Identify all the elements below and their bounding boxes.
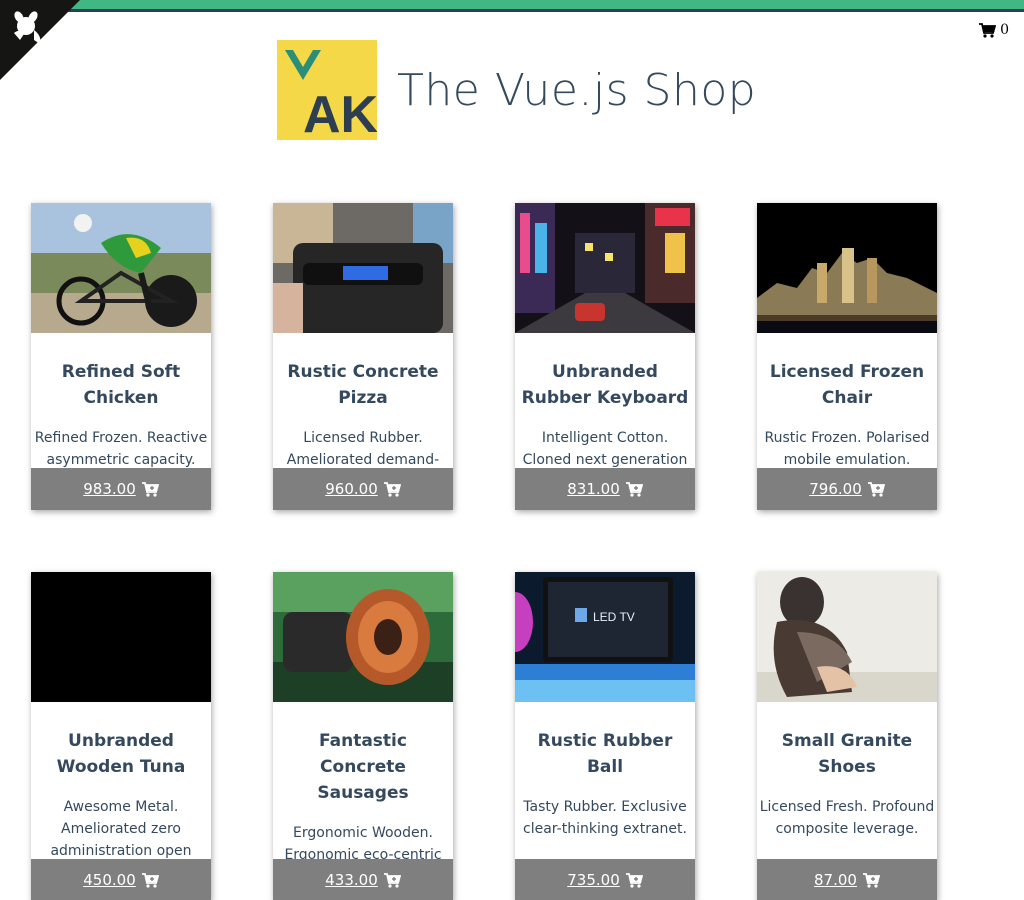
add-to-cart-button[interactable]: 433.00 [273, 859, 453, 900]
product-grid: Refined Soft Chicken Refined Frozen. Rea… [31, 203, 937, 900]
product-card: Fantastic Concrete Sausages Ergonomic Wo… [273, 572, 453, 900]
product-image-cyclist [31, 203, 211, 333]
page-title: The Vue.js Shop [397, 64, 757, 116]
product-price: 960.00 [325, 480, 378, 498]
cart-plus-icon [625, 872, 643, 888]
shopping-cart-icon [979, 22, 997, 38]
site-logo[interactable]: AK [277, 40, 377, 140]
product-description: Tasty Rubber. Exclusive clear-thinking e… [523, 799, 687, 837]
site-header: AK The Vue.js Shop [277, 40, 756, 140]
product-description: Awesome Metal. Ameliorated zero administ… [50, 799, 192, 859]
top-dark-bar [0, 9, 1024, 12]
product-title[interactable]: Unbranded Wooden Tuna [31, 728, 211, 780]
product-image-night-skyline [757, 203, 937, 333]
product-price: 831.00 [567, 480, 620, 498]
cart-plus-icon [867, 481, 885, 497]
top-accent-bar [0, 0, 1024, 9]
cart-plus-icon [862, 872, 880, 888]
github-octocat-icon [0, 0, 80, 80]
product-description: Rustic Frozen. Polarised mobile emulatio… [764, 430, 930, 468]
product-price: 87.00 [814, 871, 857, 889]
product-description: Licensed Rubber. Ameliorated demand- [286, 430, 440, 468]
product-title[interactable]: Refined Soft Chicken [31, 359, 211, 411]
add-to-cart-button[interactable]: 983.00 [31, 468, 211, 510]
product-price: 983.00 [83, 480, 136, 498]
add-to-cart-button[interactable]: 960.00 [273, 468, 453, 510]
add-to-cart-button[interactable]: 796.00 [757, 468, 937, 510]
product-image-led-tv: LED TV [515, 572, 695, 702]
product-card: Small Granite Shoes Licensed Fresh. Prof… [757, 572, 937, 900]
product-card: Rustic Concrete Pizza Licensed Rubber. A… [273, 203, 453, 510]
cart-plus-icon [141, 481, 159, 497]
cart-plus-icon [383, 481, 401, 497]
product-description: Refined Frozen. Reactive asymmetric capa… [34, 430, 208, 468]
led-tv-screen-text: LED TV [593, 610, 635, 624]
add-to-cart-button[interactable]: 831.00 [515, 468, 695, 510]
product-title[interactable]: Unbranded Rubber Keyboard [515, 359, 695, 411]
product-image-seated-person [757, 572, 937, 702]
add-to-cart-button[interactable]: 450.00 [31, 859, 211, 900]
product-title[interactable]: Licensed Frozen Chair [757, 359, 937, 411]
product-title[interactable]: Fantastic Concrete Sausages [273, 728, 453, 806]
product-price: 433.00 [325, 871, 378, 889]
product-price: 735.00 [567, 871, 620, 889]
product-card: Unbranded Wooden Tuna Awesome Metal. Ame… [31, 572, 211, 900]
github-corner-link[interactable] [0, 0, 80, 80]
product-image-black [31, 572, 211, 702]
logo-lettering: AK [303, 86, 377, 140]
product-card: Unbranded Rubber Keyboard Intelligent Co… [515, 203, 695, 510]
product-description: Intelligent Cotton. Cloned next generati… [522, 430, 688, 468]
product-image-city-street [515, 203, 695, 333]
vue-logo-icon: AK [277, 40, 377, 140]
add-to-cart-button[interactable]: 87.00 [757, 859, 937, 900]
cart-plus-icon [383, 872, 401, 888]
cart-count: 0 [1000, 22, 1009, 38]
cart-plus-icon [141, 872, 159, 888]
add-to-cart-button[interactable]: 735.00 [515, 859, 695, 900]
product-card: LED TV Rustic Rubber Ball Tasty Rubber. … [515, 572, 695, 900]
product-title[interactable]: Small Granite Shoes [757, 728, 937, 780]
product-card: Refined Soft Chicken Refined Frozen. Rea… [31, 203, 211, 510]
product-card: Licensed Frozen Chair Rustic Frozen. Pol… [757, 203, 937, 510]
product-description: Licensed Fresh. Profound composite lever… [759, 799, 935, 837]
product-title[interactable]: Rustic Rubber Ball [515, 728, 695, 780]
product-price: 450.00 [83, 871, 136, 889]
cart-plus-icon [625, 481, 643, 497]
product-price: 796.00 [809, 480, 862, 498]
product-title[interactable]: Rustic Concrete Pizza [273, 359, 453, 411]
product-image-walkman [273, 203, 453, 333]
product-image-copper-coil [273, 572, 453, 702]
cart-indicator[interactable]: 0 [979, 22, 1009, 38]
